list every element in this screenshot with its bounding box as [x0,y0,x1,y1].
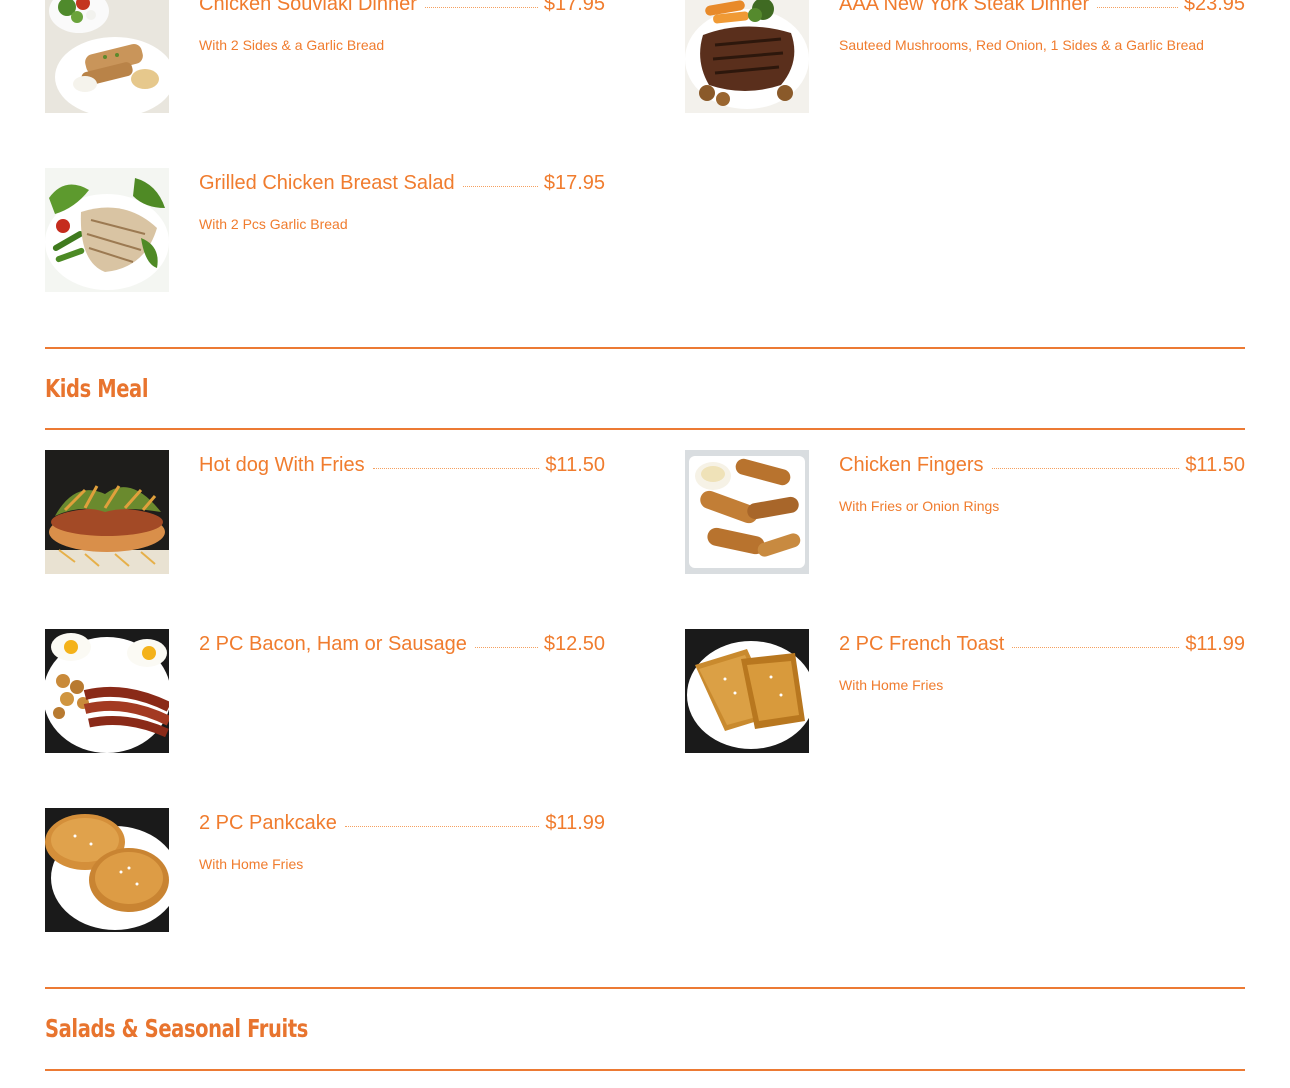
leader-dots [344,808,540,827]
item-description: With Fries or Onion Rings [839,498,1000,514]
item-name: 2 PC French Toast [839,633,1005,655]
item-price: $17.95 [543,0,605,15]
item-price: $12.50 [543,633,605,655]
chicken-salad-image [45,168,169,292]
menu-item[interactable]: 2 PC Pankcake $11.99 With Home Fries [45,808,605,932]
item-name: Hot dog With Fries [199,454,365,476]
item-name: 2 PC Bacon, Ham or Sausage [199,633,467,655]
french-toast-image [685,629,809,753]
steak-image [685,0,809,113]
leader-dots [424,0,538,8]
menu-item[interactable]: Chicken Fingers $11.50 With Fries or Oni… [685,450,1245,574]
menu-item[interactable]: Grilled Chicken Breast Salad $17.95 With… [45,168,605,292]
item-description: With 2 Sides & a Garlic Bread [199,37,385,53]
pancakes-image [45,808,169,932]
menu-item[interactable]: Chicken Souvlaki Dinner $17.95 With 2 Si… [45,0,605,113]
item-price: $17.95 [543,172,605,194]
leader-dots [462,168,538,187]
leader-dots [1097,0,1178,8]
section-divider-bottom [45,1069,1245,1071]
item-name: Chicken Souvlaki Dinner [199,0,417,15]
item-description: With 2 Pcs Garlic Bread [199,216,348,232]
item-price: $23.95 [1183,0,1245,15]
menu-item[interactable]: 2 PC Bacon, Ham or Sausage $12.50 [45,629,605,753]
section-divider-top [45,347,1245,349]
item-name: Grilled Chicken Breast Salad [199,172,455,194]
section-title-kids-meal: Kids Meal [45,374,149,403]
item-description: Sauteed Mushrooms, Red Onion, 1 Sides & … [839,37,1204,53]
item-price: $11.50 [1185,454,1245,476]
bacon-eggs-image [45,629,169,753]
section-divider-bottom [45,428,1245,430]
item-price: $11.99 [545,812,605,834]
section-divider-top [45,987,1245,989]
leader-dots [991,450,1180,469]
menu-item[interactable]: AAA New York Steak Dinner $23.95 Sauteed… [685,0,1245,113]
leader-dots [372,450,540,469]
item-description: With Home Fries [199,856,304,872]
menu-item[interactable]: 2 PC French Toast $11.99 With Home Fries [685,629,1245,753]
menu-item[interactable]: Hot dog With Fries $11.50 [45,450,605,574]
item-name: Chicken Fingers [839,454,984,476]
item-description: With Home Fries [839,677,944,693]
section-title-salads-fruits: Salads & Seasonal Fruits [45,1014,308,1043]
chicken-fingers-image [685,450,809,574]
hot-dog-image [45,450,169,574]
item-name: 2 PC Pankcake [199,812,337,834]
item-price: $11.50 [545,454,605,476]
chicken-souvlaki-image [45,0,169,113]
item-price: $11.99 [1185,633,1245,655]
leader-dots [1012,629,1180,648]
item-name: AAA New York Steak Dinner [839,0,1090,15]
leader-dots [474,629,538,648]
